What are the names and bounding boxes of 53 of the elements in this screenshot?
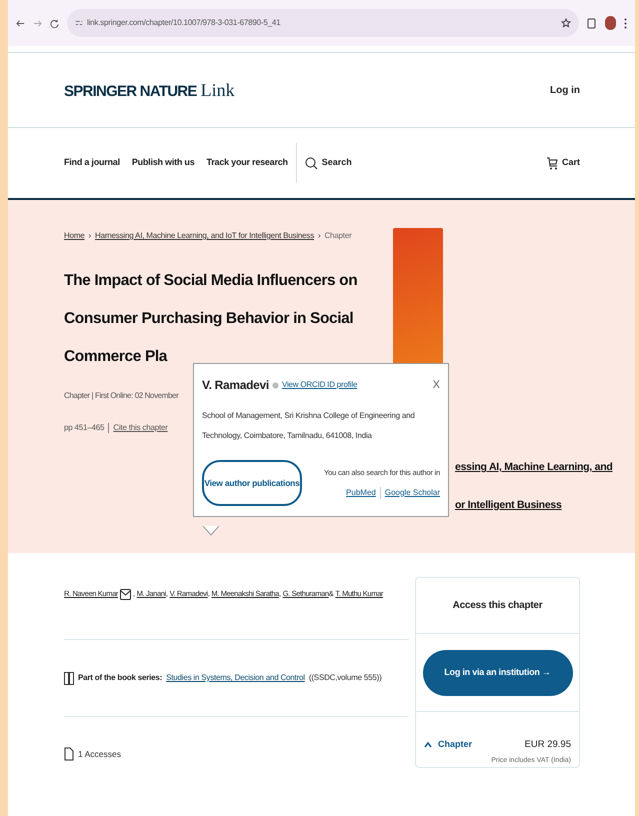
bookmark-star-icon[interactable] — [561, 18, 571, 28]
author-search-link[interactable]: Google Scholar — [384, 486, 440, 499]
author-search-link[interactable]: PubMed — [346, 486, 376, 499]
email-icon[interactable] — [120, 588, 131, 600]
chapter-title: The Impact of Social Media Influencers on — [64, 271, 358, 291]
nav-link[interactable]: Track your research — [206, 156, 288, 170]
profile-avatar[interactable] — [605, 16, 616, 30]
author-name: V. Ramadevi — [202, 377, 269, 394]
page-range: pp 451–465 — [64, 422, 104, 434]
book-title-link[interactable]: essing AI, Machine Learning, and — [455, 448, 612, 486]
breadcrumb-link[interactable]: Home — [64, 230, 85, 242]
login-link[interactable]: Log in — [550, 82, 580, 98]
back-icon[interactable] — [16, 18, 25, 28]
close-button[interactable]: X — [432, 376, 440, 394]
nav-link[interactable]: Find a journal — [64, 156, 120, 170]
orcid-link[interactable]: View ORCID ID profile — [282, 379, 358, 391]
book-title-link[interactable]: or Intelligent Business — [455, 486, 562, 524]
books-icon — [64, 672, 74, 684]
site-info-icon[interactable] — [75, 19, 83, 27]
access-card-title: Access this chapter — [416, 578, 579, 634]
series-link[interactable]: Studies in Systems, Decision and Control — [166, 672, 305, 684]
institution-login-button[interactable]: Log in via an institution → — [422, 650, 572, 696]
series-label: Part of the book series: — [78, 672, 162, 684]
menu-icon[interactable] — [624, 18, 627, 28]
chapter-price: EUR 29.95 — [524, 738, 571, 752]
chapter-title: Consumer Purchasing Behavior in Social — [64, 309, 354, 329]
logo-link-text[interactable]: Link — [200, 76, 235, 104]
cart-icon — [546, 156, 558, 170]
logo-wordmark[interactable]: SPRINGER NATURE — [64, 80, 197, 103]
url-text: link.springer.com/chapter/10.1007/978-3-031-67890-5_41 — [87, 17, 280, 29]
cite-link[interactable]: Cite this chapter — [113, 422, 168, 434]
nav-link[interactable]: Publish with us — [132, 156, 194, 170]
address-bar[interactable]: link.springer.com/chapter/10.1007/978-3-031-67890-5_41 — [67, 9, 579, 37]
breadcrumb-link[interactable]: Harnessing AI, Machine Learning, and IoT for Intelligent Business — [95, 230, 314, 242]
breadcrumb-separator: › — [88, 230, 92, 242]
reload-icon[interactable] — [50, 18, 59, 28]
search-icon — [304, 156, 318, 170]
chapter-title: Commerce Pla — [64, 347, 168, 367]
author-affiliation: School of Management, Sri Krishna College of Engineering and Technology, Coimbatore, Tamilnadu, 641008, India — [202, 410, 416, 442]
accesses-count: 1 Accesses — [78, 748, 121, 760]
view-publications-button[interactable]: View author publications — [202, 460, 302, 506]
cart-button[interactable]: Cart — [546, 156, 580, 170]
breadcrumb-separator: › — [318, 230, 320, 242]
breadcrumb-current: Chapter — [324, 230, 352, 242]
search-button[interactable]: Search — [304, 156, 352, 170]
orcid-icon — [272, 382, 279, 388]
extensions-icon[interactable] — [587, 17, 597, 29]
document-icon — [64, 747, 74, 761]
chapter-toggle[interactable]: Chapter — [424, 738, 472, 752]
popup-pointer — [203, 526, 219, 536]
caret-up-icon — [424, 742, 432, 748]
chapter-meta: Chapter | First Online: 02 November — [64, 390, 178, 402]
series-volume: ((SSDC,volume 555)) — [308, 672, 382, 684]
